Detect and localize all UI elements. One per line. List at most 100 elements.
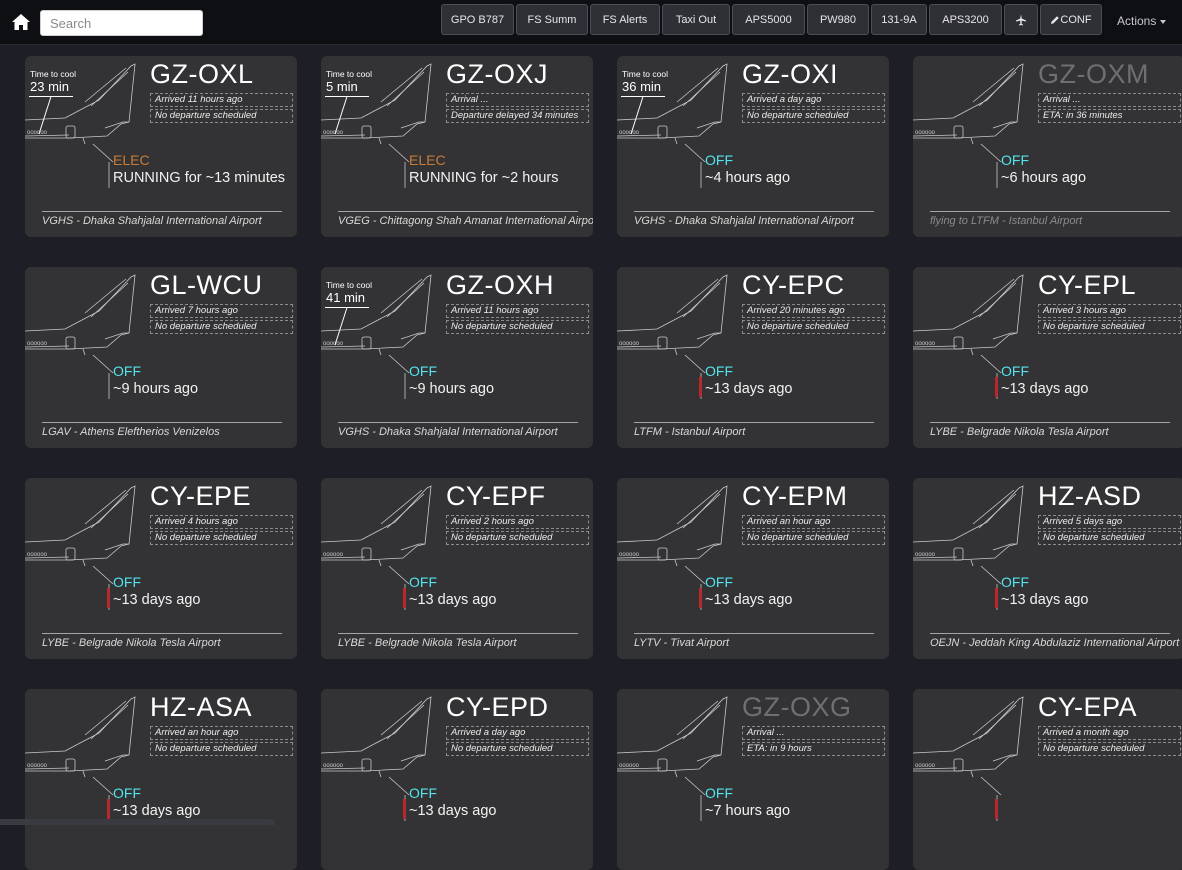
aircraft-card[interactable]: oooooo CY-EPL Arrived 3 hours ago No depar… [913, 267, 1182, 448]
time-to-cool-value: 23 min [30, 79, 70, 94]
aircraft-registration: CY-EPD [446, 692, 549, 722]
airport-location: VGHS - Dhaka Shahjalal International Air… [634, 215, 854, 227]
airport-location: flying to LTFM - Istanbul Airport [930, 215, 1083, 227]
aircraft-registration: HZ-ASA [150, 692, 253, 722]
airport-location: LYBE - Belgrade Nikola Tesla Airport [338, 637, 517, 649]
airport-location: LYTV - Tivat Airport [634, 637, 730, 649]
time-to-cool-label: Time to cool [326, 69, 372, 79]
home-icon[interactable] [10, 11, 32, 33]
aircraft-card[interactable]: oooooo CY-EPM Arrived an hour ago No depar… [617, 478, 889, 659]
gpo-b787-button[interactable]: GPO B787 [441, 4, 514, 35]
airplane-icon [1016, 14, 1026, 25]
svg-text:oooooo: oooooo [27, 552, 48, 558]
arrival-status: Arrived 20 minutes ago [742, 304, 885, 318]
aircraft-registration: CY-EPC [742, 270, 845, 300]
fs-summ-button[interactable]: FS Summ [516, 4, 588, 35]
time-to-cool-value: 5 min [326, 79, 358, 94]
divider [42, 211, 282, 212]
aircraft-card[interactable]: oooooo CY-EPA Arrived a month ago No depar… [913, 689, 1182, 870]
aircraft-registration: CY-EPE [150, 481, 252, 511]
aircraft-card[interactable]: oooooo GZ-OXG Arrival ... ETA: in 9 hours O… [617, 689, 889, 870]
arrival-status: Arrived 3 hours ago [1038, 304, 1181, 318]
departure-status: No departure scheduled [1038, 742, 1181, 756]
conf-button[interactable]: CONF [1040, 4, 1102, 35]
airport-location: LTFM - Istanbul Airport [634, 426, 746, 438]
departure-status: No departure scheduled [150, 531, 293, 545]
state-duration: ~6 hours ago [1001, 170, 1087, 186]
aircraft-card[interactable]: oooooo GL-WCU Arrived 7 hours ago No depar… [25, 267, 297, 448]
state-duration: ~13 days ago [409, 592, 497, 608]
state-duration: RUNNING for ~13 minutes [113, 170, 286, 186]
svg-text:oooooo: oooooo [323, 763, 344, 769]
svg-text:oooooo: oooooo [619, 763, 640, 769]
horizontal-scrollbar[interactable] [0, 819, 275, 825]
airplane-button[interactable] [1004, 4, 1038, 35]
aircraft-card[interactable]: oooooo CY-EPE Arrived 4 hours ago No depar… [25, 478, 297, 659]
time-to-cool-value: 36 min [622, 79, 662, 94]
power-state: OFF [705, 152, 733, 168]
arrival-status: Arrived 11 hours ago [446, 304, 589, 318]
aircraft-card[interactable]: oooooo GZ-OXJ Arrival ... Departure delaye… [321, 56, 593, 237]
state-duration: ~13 days ago [113, 592, 201, 608]
aircraft-card[interactable]: oooooo CY-EPD Arrived a day ago No departu… [321, 689, 593, 870]
cool-pointer-line [29, 96, 73, 135]
caret-down-icon [1160, 19, 1167, 24]
state-duration: ~13 days ago [409, 803, 497, 819]
aircraft-card[interactable]: oooooo GZ-OXL Arrived 11 hours ago No depa… [25, 56, 297, 237]
divider [930, 633, 1170, 634]
aircraft-card[interactable]: oooooo CY-EPC Arrived 20 minutes ago No de… [617, 267, 889, 448]
aircraft-registration: CY-EPL [1038, 270, 1137, 300]
state-duration: ~13 days ago [113, 803, 201, 819]
aircraft-registration: GZ-OXM [1038, 59, 1149, 89]
search-input[interactable] [40, 10, 203, 36]
divider [42, 633, 282, 634]
arrival-status: Arrived 11 hours ago [150, 93, 293, 107]
aircraft-registration: GZ-OXL [150, 59, 254, 89]
svg-text:oooooo: oooooo [27, 763, 48, 769]
time-to-cool-label: Time to cool [326, 280, 372, 290]
arrival-status: Arrived a month ago [1038, 726, 1181, 740]
departure-status: No departure scheduled [150, 109, 293, 123]
aircraft-card[interactable]: oooooo HZ-ASD Arrived 5 days ago No depart… [913, 478, 1182, 659]
fs-alerts-button[interactable]: FS Alerts [590, 4, 660, 35]
divider [634, 211, 874, 212]
airport-location: VGHS - Dhaka Shahjalal International Air… [338, 426, 558, 438]
aircraft-card[interactable]: oooooo GZ-OXH Arrived 11 hours ago No depa… [321, 267, 593, 448]
aircraft-registration: GZ-OXH [446, 270, 554, 300]
time-to-cool: Time to cool 36 min [621, 69, 668, 135]
power-state: OFF [1001, 152, 1029, 168]
aircraft-registration: HZ-ASD [1038, 481, 1142, 511]
airport-location: LYBE - Belgrade Nikola Tesla Airport [42, 637, 221, 649]
state-duration: ~13 days ago [705, 381, 793, 397]
actions-dropdown[interactable]: Actions [1117, 14, 1167, 28]
power-state: OFF [409, 363, 437, 379]
divider [930, 211, 1170, 212]
cool-pointer-line [621, 96, 665, 135]
time-to-cool: Time to cool 5 min [325, 69, 372, 135]
divider [338, 422, 578, 423]
aircraft-registration: CY-EPF [446, 481, 546, 511]
arrival-status: Arrived an hour ago [150, 726, 293, 740]
taxi-out-button[interactable]: Taxi Out [662, 4, 730, 35]
power-state: OFF [409, 785, 437, 801]
power-state: OFF [705, 363, 733, 379]
aircraft-registration: CY-EPA [1038, 692, 1138, 722]
state-duration: ~9 hours ago [113, 381, 199, 397]
aps3200-button[interactable]: APS3200 [929, 4, 1002, 35]
aircraft-card[interactable]: oooooo HZ-ASA Arrived an hour ago No depar… [25, 689, 297, 870]
131-9a-button[interactable]: 131-9A [871, 4, 927, 35]
state-duration: ~13 days ago [1001, 381, 1089, 397]
aircraft-card[interactable]: oooooo GZ-OXM Arrival ... ETA: in 36 minut… [913, 56, 1182, 237]
divider [338, 211, 578, 212]
arrival-status: Arrived a day ago [742, 93, 885, 107]
aircraft-card[interactable]: oooooo GZ-OXI Arrived a day ago No departu… [617, 56, 889, 237]
aircraft-registration: GZ-OXI [742, 59, 838, 89]
state-duration: ~13 days ago [705, 592, 793, 608]
pw980-button[interactable]: PW980 [807, 4, 869, 35]
power-state: OFF [705, 574, 733, 590]
conf-label: CONF [1060, 13, 1092, 26]
aps5000-button[interactable]: APS5000 [732, 4, 805, 35]
time-to-cool: Time to cool 23 min [29, 69, 76, 135]
aircraft-card[interactable]: oooooo CY-EPF Arrived 2 hours ago No depar… [321, 478, 593, 659]
cool-pointer-line [325, 307, 369, 346]
